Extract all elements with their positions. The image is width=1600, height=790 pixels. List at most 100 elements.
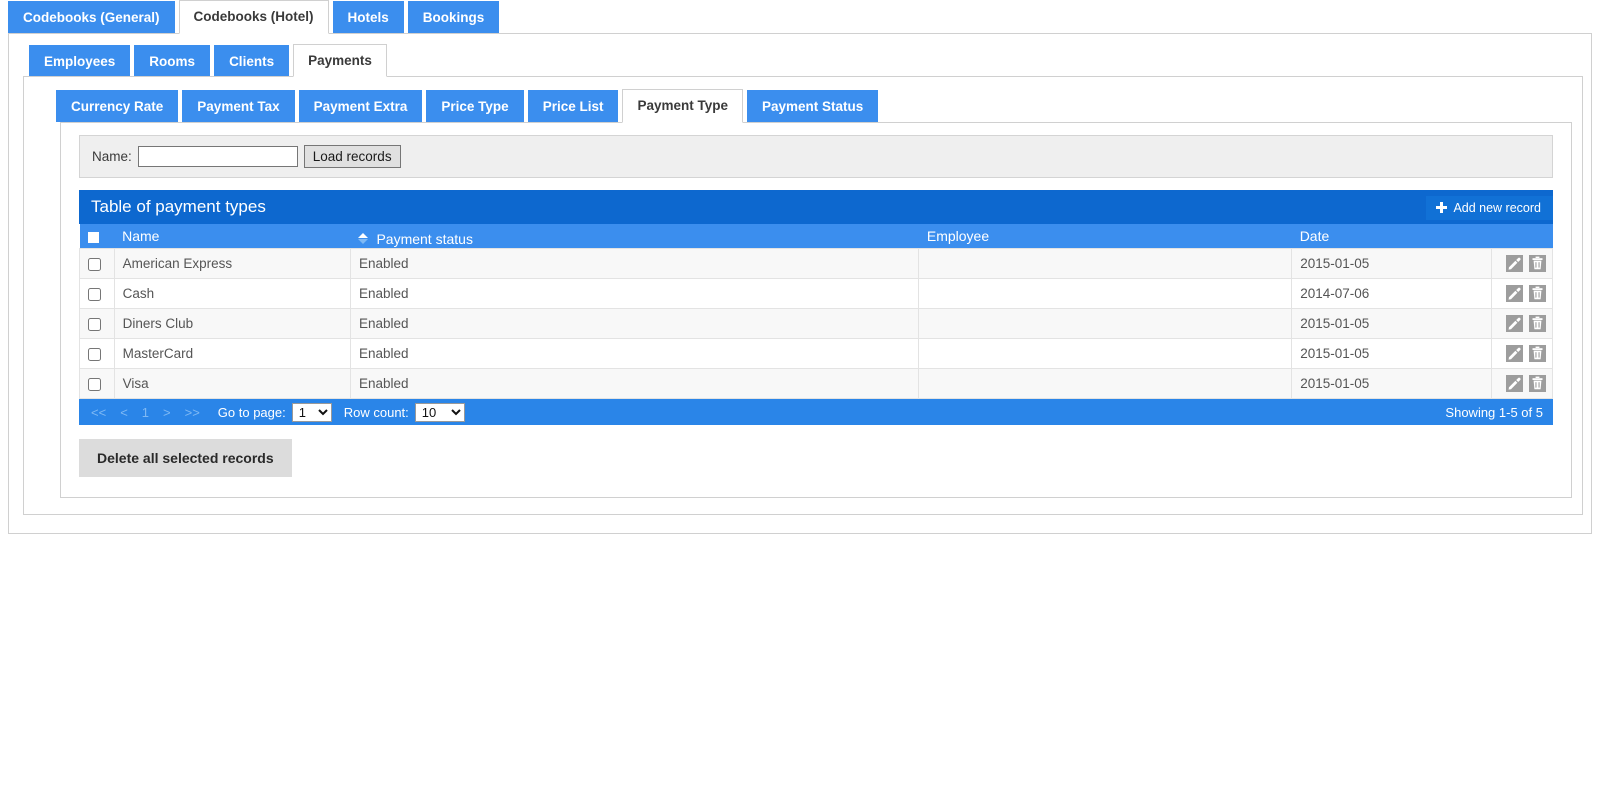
column-header-actions	[1491, 223, 1553, 249]
panel-payments: Currency Rate Payment Tax Payment Extra Pri…	[23, 76, 1583, 515]
row-actions-cell	[1490, 368, 1554, 399]
grid-title: Table of payment types	[91, 196, 266, 216]
row-select-checkbox[interactable]	[88, 287, 101, 301]
column-header-payment-status[interactable]: Payment status	[350, 223, 919, 249]
select-all-header[interactable]	[79, 223, 115, 249]
cell-payment-status: Enabled	[349, 248, 920, 279]
table-row: Cash Enabled 2014-07-06	[79, 278, 1554, 309]
select-all-checkbox[interactable]	[87, 231, 99, 243]
cell-name: American Express	[113, 248, 351, 279]
table-row: Visa Enabled 2015-01-05	[79, 368, 1554, 399]
edit-icon[interactable]	[1505, 285, 1523, 302]
tab-payments[interactable]: Payments	[293, 43, 387, 77]
column-header-date[interactable]: Date	[1291, 223, 1492, 249]
table-body: American Express Enabled 2015-01-05 Cash Ena…	[79, 248, 1554, 399]
cell-payment-status: Enabled	[349, 308, 920, 339]
pager-last-button[interactable]: >>	[179, 405, 206, 420]
pager-prev-button[interactable]: <	[114, 405, 134, 420]
cell-employee	[918, 338, 1293, 369]
row-select-cell	[79, 368, 115, 399]
pager-next-button[interactable]: >	[157, 405, 177, 420]
column-header-payment-status-label: Payment status	[376, 230, 473, 247]
row-actions-cell	[1490, 248, 1554, 279]
table-row: MasterCard Enabled 2015-01-05	[79, 338, 1554, 369]
row-select-cell	[79, 248, 115, 279]
column-header-name-label: Name	[122, 227, 160, 244]
column-header-date-label: Date	[1299, 227, 1330, 244]
sort-ascending-icon	[358, 233, 369, 244]
load-records-button[interactable]: Load records	[303, 144, 401, 168]
cell-name: Visa	[113, 368, 351, 399]
tab-price-type[interactable]: Price Type	[426, 90, 524, 122]
payment-types-grid: Table of payment types Add new record Na…	[79, 189, 1554, 477]
goto-page-label: Go to page:	[217, 404, 286, 420]
tab-hotels[interactable]: Hotels	[332, 1, 404, 33]
cell-date: 2015-01-05	[1291, 368, 1492, 399]
cell-payment-status: Enabled	[349, 338, 920, 369]
filter-bar: Name: Load records	[79, 134, 1553, 178]
delete-icon[interactable]	[1528, 315, 1546, 332]
plus-icon	[1436, 202, 1448, 213]
name-filter-label: Name:	[92, 148, 132, 164]
tab-payment-extra[interactable]: Payment Extra	[298, 90, 423, 122]
grid-title-bar: Table of payment types Add new record	[79, 189, 1553, 224]
tab-payment-status[interactable]: Payment Status	[747, 90, 879, 122]
goto-page-select[interactable]: 1	[291, 402, 332, 422]
row-actions-cell	[1490, 338, 1554, 369]
tab-currency-rate[interactable]: Currency Rate	[56, 90, 179, 122]
cell-employee	[918, 278, 1293, 309]
pager-page-1-button[interactable]: 1	[136, 405, 155, 420]
column-header-employee-label: Employee	[926, 227, 990, 244]
add-new-record-label: Add new record	[1453, 200, 1541, 215]
edit-icon[interactable]	[1505, 345, 1523, 362]
cell-employee	[918, 308, 1293, 339]
cell-date: 2015-01-05	[1291, 338, 1492, 369]
tab-codebooks-general[interactable]: Codebooks (General)	[8, 1, 175, 33]
cell-name: Diners Club	[113, 308, 351, 339]
cell-date: 2015-01-05	[1291, 308, 1492, 339]
delete-icon[interactable]	[1528, 345, 1546, 362]
row-select-cell	[79, 338, 115, 369]
pager-first-button[interactable]: <<	[85, 405, 112, 420]
table-row: Diners Club Enabled 2015-01-05	[79, 308, 1554, 339]
cell-employee	[918, 368, 1293, 399]
cell-date: 2014-07-06	[1291, 278, 1492, 309]
delete-icon[interactable]	[1528, 285, 1546, 302]
row-count-select[interactable]: 102050100	[414, 402, 465, 422]
tab-payment-type[interactable]: Payment Type	[622, 89, 744, 123]
tab-payment-tax[interactable]: Payment Tax	[182, 90, 295, 122]
panel-payment-type: Name: Load records Table of payment type…	[60, 121, 1572, 498]
showing-records-text: Showing 1-5 of 5	[1445, 404, 1543, 420]
tabbar-level3: Currency Rate Payment Tax Payment Extra Pri…	[24, 89, 1582, 123]
tabbar-level2: Employees Rooms Clients Payments	[9, 43, 1591, 77]
cell-date: 2015-01-05	[1291, 248, 1492, 279]
add-new-record-button[interactable]: Add new record	[1426, 195, 1553, 220]
edit-icon[interactable]	[1505, 255, 1523, 272]
edit-icon[interactable]	[1505, 315, 1523, 332]
delete-icon[interactable]	[1528, 255, 1546, 272]
column-header-employee[interactable]: Employee	[918, 223, 1292, 249]
tab-clients[interactable]: Clients	[214, 44, 290, 76]
name-filter-input[interactable]	[137, 145, 298, 167]
row-select-cell	[79, 308, 115, 339]
row-select-checkbox[interactable]	[88, 377, 101, 391]
row-count-label: Row count:	[343, 404, 409, 420]
tab-rooms[interactable]: Rooms	[134, 44, 211, 76]
cell-payment-status: Enabled	[349, 278, 920, 309]
delete-all-selected-button[interactable]: Delete all selected records	[79, 439, 292, 477]
cell-name: MasterCard	[113, 338, 351, 369]
delete-icon[interactable]	[1528, 375, 1546, 392]
row-select-checkbox[interactable]	[88, 317, 101, 331]
edit-icon[interactable]	[1505, 375, 1523, 392]
table-header-row: Name Payment status Employee Date	[79, 223, 1553, 249]
column-header-name[interactable]: Name	[114, 223, 351, 249]
tab-codebooks-hotel[interactable]: Codebooks (Hotel)	[178, 0, 329, 34]
tab-price-list[interactable]: Price List	[527, 90, 619, 122]
row-select-checkbox[interactable]	[88, 347, 101, 361]
tabbar-level1: Codebooks (General) Codebooks (Hotel) Hote…	[0, 0, 1600, 34]
row-select-checkbox[interactable]	[88, 257, 101, 271]
tab-bookings[interactable]: Bookings	[407, 1, 500, 33]
panel-codebooks-hotel: Employees Rooms Clients Payments Currency R…	[8, 32, 1592, 534]
row-actions-cell	[1490, 278, 1554, 309]
tab-employees[interactable]: Employees	[29, 44, 131, 76]
